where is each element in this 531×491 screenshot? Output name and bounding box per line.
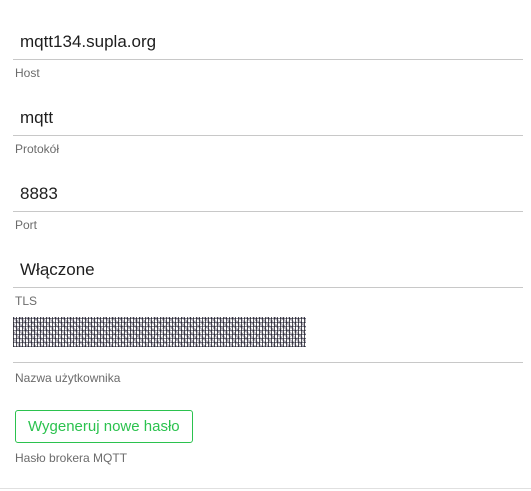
- bottom-divider: [0, 488, 531, 489]
- tls-value: Włączone: [13, 251, 523, 288]
- host-label: Host: [15, 66, 40, 80]
- port-field: 8883 Port: [13, 175, 523, 233]
- generate-new-password-button[interactable]: Wygeneruj nowe hasło: [15, 410, 193, 443]
- protocol-value: mqtt: [13, 99, 523, 136]
- username-label: Nazwa użytkownika: [15, 371, 121, 385]
- mqtt-broker-password-label: Hasło brokera MQTT: [15, 451, 128, 465]
- host-field: mqtt134.supla.org Host: [13, 23, 523, 81]
- username-masked-pixelation: [13, 317, 306, 347]
- protocol-field: mqtt Protokół: [13, 99, 523, 157]
- port-value: 8883: [13, 175, 523, 212]
- username-field: Nazwa użytkownika: [13, 311, 523, 386]
- tls-label: TLS: [15, 294, 38, 308]
- host-value: mqtt134.supla.org: [13, 23, 523, 60]
- tls-field: Włączone TLS: [13, 251, 523, 309]
- port-label: Port: [15, 218, 38, 232]
- protocol-label: Protokół: [15, 142, 60, 156]
- username-value: [13, 311, 523, 363]
